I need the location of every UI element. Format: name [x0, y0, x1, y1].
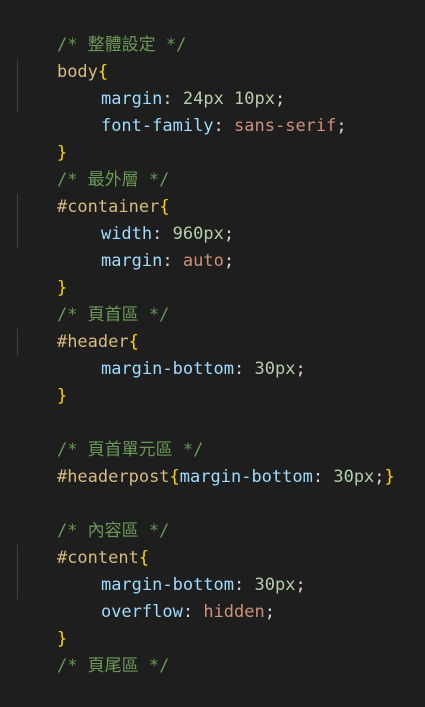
code-comment: /* 頁尾區 */ — [56, 656, 170, 676]
code-line-blank[interactable] — [0, 383, 425, 410]
code-line[interactable]: #header{ — [0, 302, 425, 352]
code-line[interactable]: margin: auto; — [0, 221, 425, 271]
code-line[interactable]: #headerpost{margin-bottom: 30px;} — [0, 437, 425, 487]
code-line[interactable]: /* 頁首區 */ — [0, 275, 425, 325]
code-line-blank[interactable] — [0, 464, 425, 491]
code-line[interactable]: #container{ — [0, 167, 425, 217]
code-line[interactable]: body{ — [0, 32, 425, 82]
code-line[interactable]: /* 整體設定 */ — [0, 5, 425, 55]
code-line[interactable]: width: 960px; — [0, 194, 425, 244]
code-line[interactable]: margin: 24px 10px; — [0, 59, 425, 109]
code-line[interactable]: } — [0, 113, 425, 163]
code-line[interactable]: } — [0, 599, 425, 649]
code-line[interactable]: overflow: hidden; — [0, 572, 425, 622]
code-line[interactable]: margin-bottom: 30px; — [0, 329, 425, 379]
code-line[interactable]: } — [0, 248, 425, 298]
code-line[interactable]: } — [0, 356, 425, 406]
code-editor[interactable]: /* 整體設定 */ body{ margin: 24px 10px; font… — [0, 0, 425, 676]
code-line[interactable]: /* 最外層 */ — [0, 140, 425, 190]
code-line[interactable]: margin-bottom: 30px; — [0, 545, 425, 595]
code-line[interactable]: font-family: sans-serif; — [0, 86, 425, 136]
code-line[interactable]: #content{ — [0, 518, 425, 568]
code-line[interactable]: /* 內容區 */ — [0, 491, 425, 541]
code-line[interactable]: /* 頁首單元區 */ — [0, 410, 425, 460]
code-line[interactable]: /* 頁尾區 */ — [0, 626, 425, 676]
